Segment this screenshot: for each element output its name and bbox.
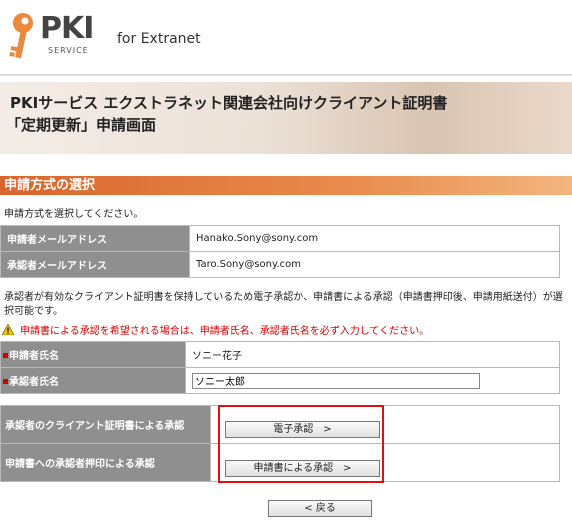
key-logo-icon — [9, 13, 33, 59]
approver-name-input[interactable] — [192, 372, 480, 389]
approver-email-label: 承認者メールアドレス — [0, 251, 190, 278]
applicant-email-label: 申請者メールアドレス — [0, 225, 190, 252]
table-row: 承認者メールアドレス Taro.Sony@sony.com — [0, 251, 560, 278]
header-tagline: for Extranet — [117, 31, 201, 47]
required-marker-icon — [3, 379, 8, 384]
page-title-line1: PKIサービス エクストラネット関連会社向けクライアント証明書 — [10, 94, 448, 112]
header-divider — [0, 74, 572, 76]
names-table: 申請者氏名 ソニー花子 承認者氏名 — [0, 341, 560, 394]
electronic-approval-label: 承認者のクライアント証明書による承認 — [0, 405, 211, 444]
page-title-line2: 「定期更新」申請画面 — [6, 116, 157, 134]
warning-text: 申請書による承認を希望される場合は、申請者氏名、承認者氏名を必ず入力してください… — [20, 326, 430, 337]
back-button[interactable]: < 戻る — [268, 500, 372, 517]
logo-subtext: SERVICE — [48, 46, 89, 55]
applicant-name-value: ソニー花子 — [185, 341, 560, 368]
approver-name-label: 承認者氏名 — [9, 377, 59, 388]
approver-email-value: Taro.Sony@sony.com — [189, 251, 560, 278]
document-approval-button[interactable]: 申請書による承認 > — [225, 460, 380, 477]
table-row: 承認者氏名 — [0, 367, 560, 394]
logo-text: PKI — [40, 11, 94, 46]
approver-name-label-cell: 承認者氏名 — [0, 367, 186, 394]
email-table: 申請者メールアドレス Hanako.Sony@sony.com 承認者メールアド… — [0, 225, 560, 278]
table-row: 申請者氏名 ソニー花子 — [0, 341, 560, 368]
applicant-name-label-cell: 申請者氏名 — [0, 341, 186, 368]
approver-name-cell — [185, 367, 560, 394]
warning-message: 申請書による承認を希望される場合は、申請者氏名、承認者氏名を必ず入力してください… — [2, 322, 429, 337]
instruction-text: 申請方式を選択してください。 — [4, 209, 144, 220]
table-row: 申請者メールアドレス Hanako.Sony@sony.com — [0, 225, 560, 252]
method-description: 承認者が有効なクライアント証明書を保持しているため電子承認か、申請書による承認（… — [4, 292, 563, 317]
electronic-approval-button[interactable]: 電子承認 > — [225, 421, 380, 438]
warning-icon — [2, 324, 14, 335]
applicant-email-value: Hanako.Sony@sony.com — [189, 225, 560, 252]
document-approval-label: 申請書への承認者押印による承認 — [0, 443, 211, 482]
required-marker-icon — [3, 353, 8, 358]
section-title: 申請方式の選択 — [4, 178, 96, 193]
applicant-name-label: 申請者氏名 — [9, 351, 59, 362]
